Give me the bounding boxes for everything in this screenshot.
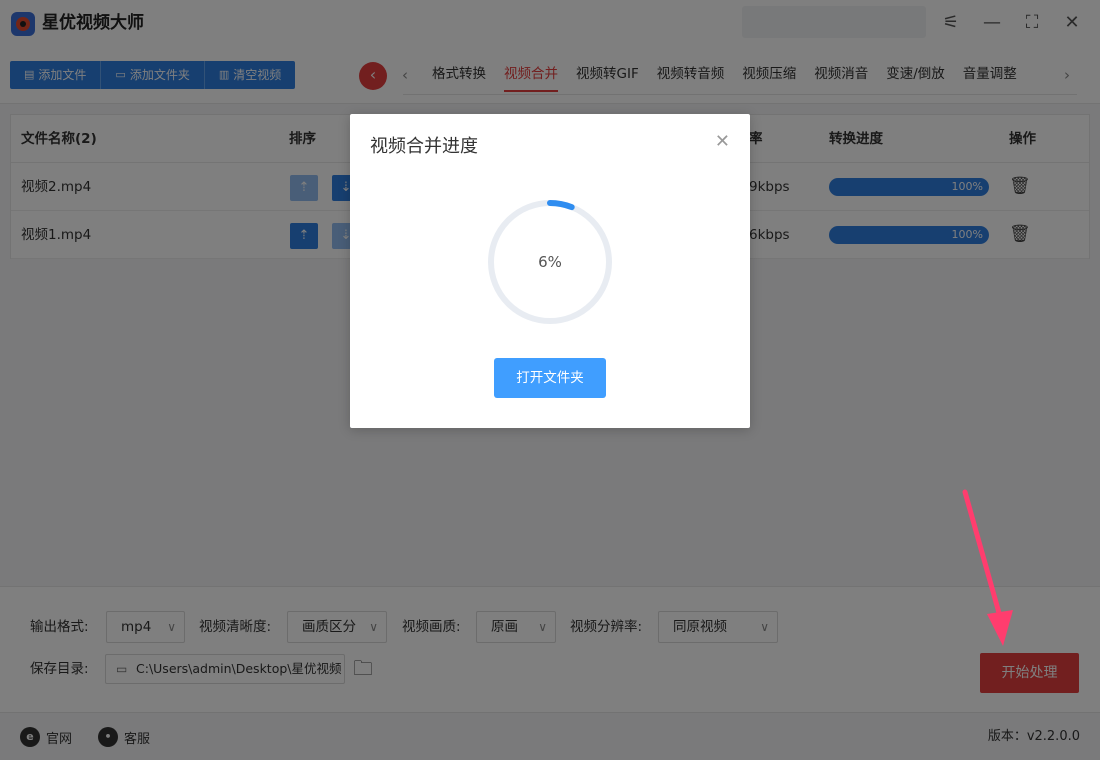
progress-percent: 6%	[538, 253, 562, 271]
merge-progress-dialog: 视频合并进度 ✕ 6% 打开文件夹	[350, 114, 750, 428]
open-folder-button[interactable]: 打开文件夹	[494, 358, 606, 398]
close-icon[interactable]: ✕	[715, 130, 730, 154]
annotation-arrow-icon	[962, 489, 1013, 646]
dialog-title: 视频合并进度	[370, 136, 478, 157]
